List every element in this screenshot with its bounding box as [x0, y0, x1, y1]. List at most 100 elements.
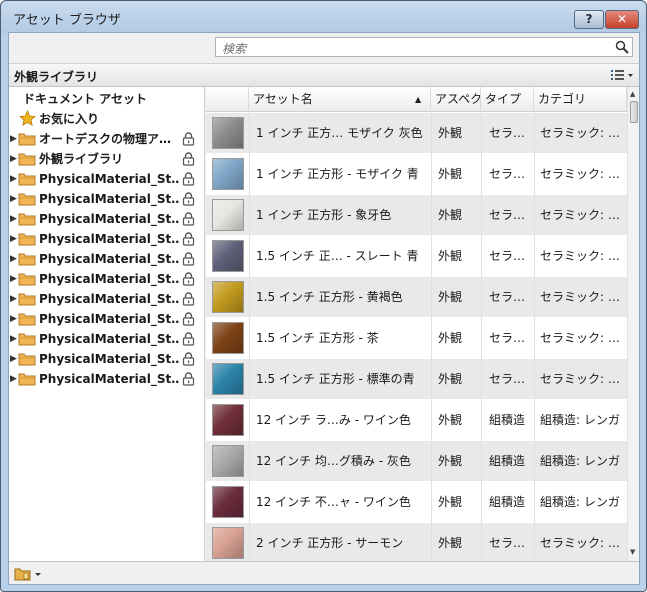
scroll-up-arrow-icon[interactable]: ▲	[630, 90, 635, 98]
aspect-cell: 外観	[438, 536, 463, 550]
table-row[interactable]: 1.5 インチ 正… - スレート 青 外観 セラ… セラミック: …	[206, 236, 627, 277]
material-swatch-thumbnail	[212, 281, 244, 313]
tree-item-library[interactable]: ▶ PhysicalMaterial_St…	[9, 269, 203, 289]
asset-name-cell: 2 インチ 正方形 - サーモン	[256, 536, 404, 550]
table-row[interactable]: 12 インチ 均…グ積み - 灰色 外観 組積造 組積造: レンガ	[206, 441, 627, 482]
tree-item-library[interactable]: ▶ PhysicalMaterial_St…	[9, 169, 203, 189]
folder-icon	[18, 373, 36, 386]
type-cell: 組積造	[489, 413, 526, 427]
asset-name-cell: 1.5 インチ 正方形 - 黄褐色	[256, 290, 403, 304]
tree-item-library[interactable]: ▶ 外観ライブラリ	[9, 149, 203, 169]
sort-ascending-icon: ▲	[415, 95, 422, 104]
tree-item-favorites[interactable]: お気に入り	[9, 109, 203, 129]
tree-item-label: PhysicalMaterial_St…	[39, 212, 179, 226]
expand-arrow-icon[interactable]: ▶	[10, 129, 18, 149]
list-view-icon[interactable]	[607, 67, 635, 84]
type-cell: セラ…	[489, 372, 526, 386]
asset-name-cell: 1 インチ 正方形 - 象牙色	[256, 208, 392, 222]
column-header-type[interactable]: タイプ	[481, 87, 534, 112]
table-row[interactable]: 1 インチ 正方形 - 象牙色 外観 セラ… セラミック: …	[206, 195, 627, 236]
expand-arrow-icon[interactable]: ▶	[10, 269, 18, 289]
thumbnail-column-header[interactable]	[206, 87, 249, 112]
tree-item-label: PhysicalMaterial_St…	[39, 352, 179, 366]
tree-item-label: オートデスクの物理ア…	[39, 132, 172, 146]
tree-item-label: PhysicalMaterial_St…	[39, 292, 179, 306]
document-assets-node[interactable]: ドキュメント アセット	[23, 89, 147, 109]
lock-icon	[182, 372, 195, 386]
type-cell: セラ…	[489, 331, 526, 345]
tree-item-library[interactable]: ▶ PhysicalMaterial_St…	[9, 229, 203, 249]
table-row[interactable]: 12 インチ ラ…み - ワイン色 外観 組積造 組積造: レンガ	[206, 400, 627, 441]
library-menu-icon[interactable]	[13, 565, 43, 582]
category-cell: セラミック: …	[540, 208, 620, 222]
type-cell: セラ…	[489, 208, 526, 222]
aspect-cell: 外観	[438, 454, 463, 468]
table-row[interactable]: 1 インチ 正方形 - モザイク 青 外観 セラ… セラミック: …	[206, 154, 627, 195]
lock-icon	[182, 292, 195, 306]
type-cell: セラ…	[489, 126, 526, 140]
folder-icon	[18, 353, 36, 366]
scroll-thumb[interactable]	[630, 101, 638, 123]
expand-arrow-icon[interactable]: ▶	[10, 349, 18, 369]
expand-arrow-icon[interactable]: ▶	[10, 249, 18, 269]
table-row[interactable]: 2 インチ 正方形 - サーモン 外観 セラ… セラミック: …	[206, 523, 627, 561]
title-bar[interactable]: アセット ブラウザ ? ✕	[1, 1, 646, 33]
material-swatch-thumbnail	[212, 199, 244, 231]
expand-arrow-icon[interactable]: ▶	[10, 149, 18, 169]
asset-browser-window: アセット ブラウザ ? ✕ 検索 外観ライブラリ ドキュメント アセット お気に…	[0, 0, 647, 592]
column-divider	[249, 112, 250, 561]
expand-arrow-icon[interactable]: ▶	[10, 329, 18, 349]
table-row[interactable]: 1 インチ 正方… モザイク 灰色 外観 セラ… セラミック: …	[206, 113, 627, 154]
category-cell: セラミック: …	[540, 331, 620, 345]
expand-arrow-icon[interactable]: ▶	[10, 169, 18, 189]
type-cell: セラ…	[489, 167, 526, 181]
tree-item-library[interactable]: ▶ PhysicalMaterial_St…	[9, 249, 203, 269]
tree-item-library[interactable]: ▶ PhysicalMaterial_St…	[9, 189, 203, 209]
tree-item-library[interactable]: ▶ PhysicalMaterial_St…	[9, 369, 203, 389]
expand-arrow-icon[interactable]: ▶	[10, 209, 18, 229]
category-cell: 組積造: レンガ	[540, 495, 620, 509]
help-button[interactable]: ?	[574, 10, 604, 29]
tree-item-library[interactable]: ▶ PhysicalMaterial_St…	[9, 309, 203, 329]
tree-item-label: PhysicalMaterial_St…	[39, 372, 179, 386]
material-swatch-thumbnail	[212, 117, 244, 149]
folder-icon	[18, 173, 36, 186]
search-input[interactable]: 検索	[215, 37, 633, 57]
window-title: アセット ブラウザ	[13, 13, 121, 28]
table-row[interactable]: 1.5 インチ 正方形 - 標準の青 外観 セラ… セラミック: …	[206, 359, 627, 400]
asset-name-cell: 1.5 インチ 正方形 - 標準の青	[256, 372, 415, 386]
client-area: 検索 外観ライブラリ ドキュメント アセット お気に入り ▶ オートデスクの物理ア……	[8, 32, 640, 585]
column-header-category[interactable]: カテゴリ	[534, 87, 627, 112]
aspect-cell: 外観	[438, 413, 463, 427]
tree-item-label: PhysicalMaterial_St…	[39, 192, 179, 206]
asset-name-cell: 1 インチ 正方形 - モザイク 青	[256, 167, 419, 181]
close-button[interactable]: ✕	[605, 10, 639, 29]
tree-item-library[interactable]: ▶ PhysicalMaterial_St…	[9, 349, 203, 369]
tree-item-library[interactable]: ▶ オートデスクの物理ア…	[9, 129, 203, 149]
lock-icon	[182, 332, 195, 346]
expand-arrow-icon[interactable]: ▶	[10, 189, 18, 209]
vertical-scrollbar[interactable]: ▲ ▼	[627, 87, 639, 561]
folder-icon	[18, 253, 36, 266]
folder-icon	[18, 333, 36, 346]
search-icon[interactable]	[615, 40, 629, 54]
material-swatch-thumbnail	[212, 527, 244, 559]
expand-arrow-icon[interactable]: ▶	[10, 229, 18, 249]
table-row[interactable]: 1.5 インチ 正方形 - 茶 外観 セラ… セラミック: …	[206, 318, 627, 359]
scroll-down-arrow-icon[interactable]: ▼	[630, 548, 635, 556]
lock-icon	[182, 212, 195, 226]
tree-item-library[interactable]: ▶ PhysicalMaterial_St…	[9, 209, 203, 229]
expand-arrow-icon[interactable]: ▶	[10, 289, 18, 309]
aspect-cell: 外観	[438, 495, 463, 509]
tree-item-library[interactable]: ▶ PhysicalMaterial_St…	[9, 289, 203, 309]
tree-item-library[interactable]: ▶ PhysicalMaterial_St…	[9, 329, 203, 349]
tree-item-label: PhysicalMaterial_St…	[39, 312, 179, 326]
expand-arrow-icon[interactable]: ▶	[10, 369, 18, 389]
column-header-aspect[interactable]: アスペク	[431, 87, 481, 112]
type-cell: セラ…	[489, 249, 526, 263]
table-row[interactable]: 1.5 インチ 正方形 - 黄褐色 外観 セラ… セラミック: …	[206, 277, 627, 318]
expand-arrow-icon[interactable]: ▶	[10, 309, 18, 329]
tree-item-label: お気に入り	[39, 112, 100, 126]
column-header-asset-name[interactable]: アセット名	[249, 87, 431, 112]
table-row[interactable]: 12 インチ 不…ャ - ワイン色 外観 組積造 組積造: レンガ	[206, 482, 627, 523]
